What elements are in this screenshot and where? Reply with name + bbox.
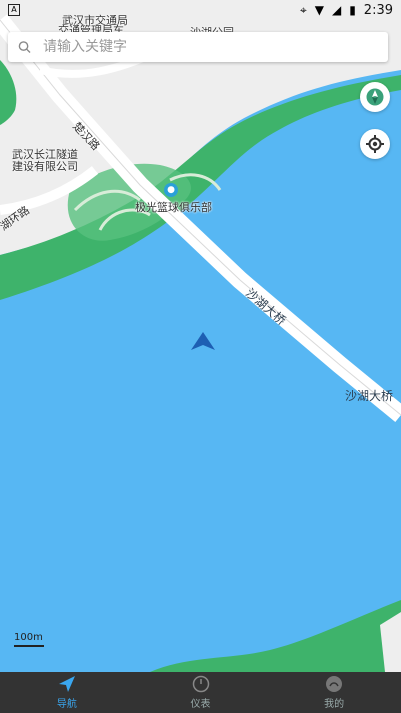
location-status-icon: ⌖: [299, 2, 307, 17]
tab-navigation[interactable]: 导航: [0, 672, 134, 713]
scale-bar: [14, 645, 44, 647]
search-icon: [18, 41, 31, 54]
map-view[interactable]: 武汉市交通局 交通管理局车 沙湖公园 武汉长江隧道 建设有限公司 楚汉路 湖环路…: [0, 0, 401, 672]
search-input[interactable]: [40, 38, 378, 56]
compass-button[interactable]: [360, 82, 390, 112]
current-location-arrow-icon: [191, 332, 215, 350]
tab-label-navigation: 导航: [56, 699, 77, 710]
basketball-poi-icon[interactable]: ●: [164, 183, 178, 197]
target-location-icon: [366, 135, 384, 153]
bottom-tab-bar: 导航 仪表 我的: [0, 672, 401, 713]
status-time: 2:39: [363, 2, 393, 18]
search-bar[interactable]: [8, 32, 388, 62]
wifi-icon: ▼: [314, 3, 324, 17]
notification-icon: A: [8, 4, 20, 16]
tab-profile[interactable]: 我的: [267, 672, 401, 713]
signal-icon: ◢: [331, 3, 342, 17]
compass-icon: [366, 88, 384, 106]
battery-icon: ▮: [349, 3, 356, 17]
status-bar: A ⌖ ▼ ◢ ▮ 2:39: [0, 0, 401, 20]
tab-label-profile: 我的: [324, 699, 345, 710]
map-label-company-2: 建设有限公司: [12, 160, 78, 173]
tab-label-dashboard: 仪表: [190, 699, 211, 710]
profile-icon: [326, 676, 343, 692]
gauge-icon: [192, 675, 209, 693]
tab-dashboard[interactable]: 仪表: [134, 672, 268, 713]
scale-text: 100m: [14, 632, 43, 643]
poi-label-basketball[interactable]: 极光篮球俱乐部: [135, 199, 212, 215]
navigate-icon: [58, 676, 75, 692]
bridge-label-right: 沙湖大桥: [345, 389, 394, 403]
locate-button[interactable]: [360, 129, 390, 159]
